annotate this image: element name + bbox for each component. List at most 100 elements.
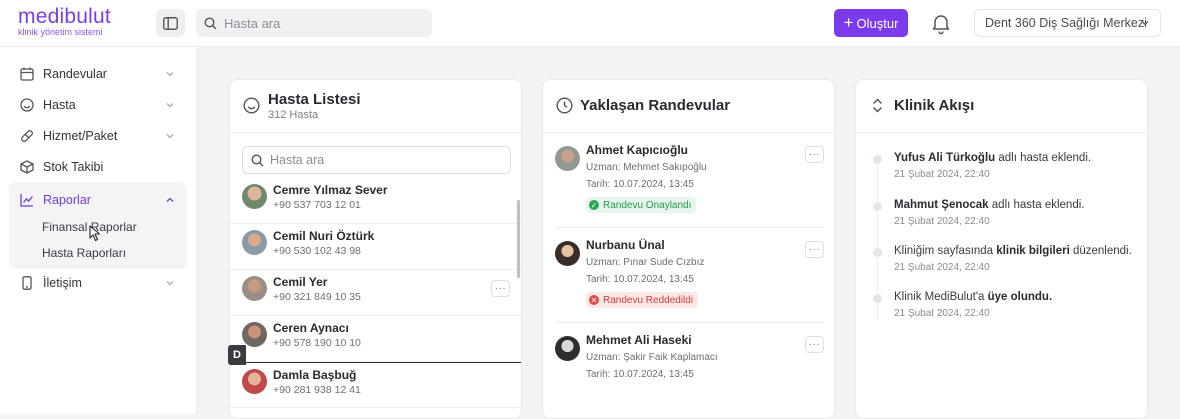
timeline-dot [873,155,882,164]
sidebar: Randevular Hasta Hizmet/Paket Stok Takib… [0,47,197,414]
sidebar-panel-icon [163,16,178,30]
sidebar-item-label: Randevular [43,66,107,81]
scrollbar[interactable] [517,200,520,278]
clinic-name: Dent 360 Diş Sağlığı Merkezi [985,16,1147,30]
row-options-button[interactable]: ··· [805,146,824,163]
sidebar-item-hizmet-paket[interactable]: Hizmet/Paket [9,120,187,151]
sidebar-item-label: Hizmet/Paket [43,128,118,143]
chart-line-icon [19,192,34,207]
patient-phone: +90 281 938 12 41 [273,384,361,396]
appointment-date: Tarih: 10.07.2024, 13:45 [586,179,694,190]
row-options-button[interactable]: ··· [805,336,824,353]
patient-row[interactable]: Ceren Aynacı +90 578 190 10 10 [230,316,521,362]
chevrons-up-down-icon [873,98,882,113]
brand-logo[interactable]: medibulut klinik yönetim sistemi [18,6,111,37]
sidebar-item-raporlar[interactable]: Raporlar [9,184,187,215]
appointment-specialist: Uzman: Mehmet Sakıpoğlu [586,162,707,173]
sidebar-item-label: Raporlar [43,192,91,207]
feed-pre: Kliniğim sayfasında [894,245,997,257]
feed-text: Kliniğim sayfasında klinik bilgileri düz… [894,245,1132,257]
timeline-dot [873,294,882,303]
upcoming-appointments-panel: Yaklaşan Randevular Ahmet Kapıcıoğlu Uzm… [542,79,835,419]
avatar [242,369,267,394]
search-placeholder: Hasta ara [270,153,325,167]
brand-name: medibulut [18,5,111,28]
pill-icon [19,128,34,143]
panel-header: Hasta Listesi 312 Hasta [230,80,521,133]
row-options-button[interactable]: ··· [805,241,824,258]
global-search-input[interactable]: Hasta ara [196,9,432,37]
patient-search-input[interactable]: Hasta ara [242,146,511,174]
patient-row[interactable]: Cemil Yer +90 321 849 10 35 ··· [230,270,521,316]
patient-name: Damla Başbuğ [273,368,357,382]
plus-icon: + [843,13,854,32]
sidebar-group-raporlar: Raporlar Finansal Raporlar Hasta Raporla… [9,182,187,269]
sidebar-item-label: Stok Takibi [43,159,104,174]
box-icon [19,159,34,174]
notifications-bell-icon[interactable] [929,11,953,35]
patient-name: Ceren Aynacı [273,321,349,335]
chevron-up-icon [166,197,174,202]
appointment-specialist: Uzman: Pınar Sude Cızbız [586,257,705,268]
search-icon [204,16,217,29]
create-button[interactable]: + Oluştur [834,9,908,37]
patient-name: Cemre Yılmaz Sever [273,183,388,197]
appointment-patient-name: Ahmet Kapıcıoğlu [586,143,689,157]
feed-pre: Klinik MediBulut'a [894,291,988,303]
panel-header: Yaklaşan Randevular [543,80,834,133]
patient-row[interactable]: Cemre Yılmaz Sever +90 537 703 12 01 [230,178,521,224]
top-bar: medibulut klinik yönetim sistemi Hasta a… [0,0,1180,47]
feed-text: Mahmut Şenocak adlı hasta eklendi. [894,199,1084,211]
status-badge: ✓ Randevu Onaylandı [586,197,697,213]
appointment-specialist: Uzman: Şakir Faik Kaplamacı [586,352,718,363]
patient-phone: +90 537 703 12 01 [273,199,361,211]
status-label: Randevu Onaylandı [603,199,692,211]
appointment-patient-name: Mehmet Ali Haseki [586,333,692,347]
appointment-date: Tarih: 10.07.2024, 13:45 [586,274,694,285]
sidebar-item-stok-takibi[interactable]: Stok Takibi [9,151,187,182]
patient-count: 312 Hasta [268,109,319,121]
patient-row[interactable]: Damla Başbuğ +90 281 938 12 41 [230,362,521,408]
check-circle-icon: ✓ [589,200,599,210]
appointment-patient-name: Nurbanu Ünal [586,238,665,252]
mouse-cursor-icon [89,225,101,242]
chevron-down-icon [166,103,174,108]
x-circle-icon: ✕ [589,295,599,305]
sidebar-toggle-button[interactable] [156,9,185,37]
feed-rest: düzenlendi. [1069,245,1132,257]
feed-text: Yufus Ali Türkoğlu adlı hasta eklendi. [894,152,1091,164]
clinic-select[interactable]: Dent 360 Diş Sağlığı Merkezi [974,9,1161,37]
sidebar-subitem-hasta-raporlari[interactable]: Hasta Raporları [42,246,126,260]
feed-time: 21 Şubat 2024, 22:40 [894,216,990,227]
panel-title: Yaklaşan Randevular [580,97,731,114]
chevron-down-icon [166,72,174,77]
status-badge: ✕ Randevu Reddedildi [586,292,699,308]
avatar [242,322,267,347]
divider [555,322,824,323]
avatar [242,276,267,301]
avatar [555,146,580,171]
timeline-dot [873,248,882,257]
avatar [555,336,580,361]
patient-list-panel: Hasta Listesi 312 Hasta Hasta ara Cemre … [229,79,522,419]
phone-icon [19,275,34,290]
row-options-button[interactable]: ··· [491,280,510,297]
patient-phone: +90 321 849 10 35 [273,291,361,303]
chevron-down-icon [1141,21,1149,26]
chevron-down-icon [166,281,174,286]
feed-bold: Yufus Ali Türkoğlu [894,152,996,164]
smile-icon [243,97,260,114]
panel-header: Klinik Akışı [856,80,1147,133]
sidebar-item-hasta[interactable]: Hasta [9,89,187,120]
avatar [242,184,267,209]
create-button-label: Oluştur [856,15,899,31]
sidebar-item-iletisim[interactable]: İletişim [9,267,187,298]
smile-icon [19,97,34,112]
sidebar-item-randevular[interactable]: Randevular [9,58,187,89]
chevron-down-icon [166,134,174,139]
patient-phone: +90 578 190 10 10 [273,337,361,349]
feed-time: 21 Şubat 2024, 22:40 [894,169,990,180]
feed-bold: üye olundu. [987,291,1053,303]
section-letter-badge: D [228,345,246,365]
patient-row[interactable]: Cemil Nuri Öztürk +90 530 102 43 98 [230,224,521,270]
